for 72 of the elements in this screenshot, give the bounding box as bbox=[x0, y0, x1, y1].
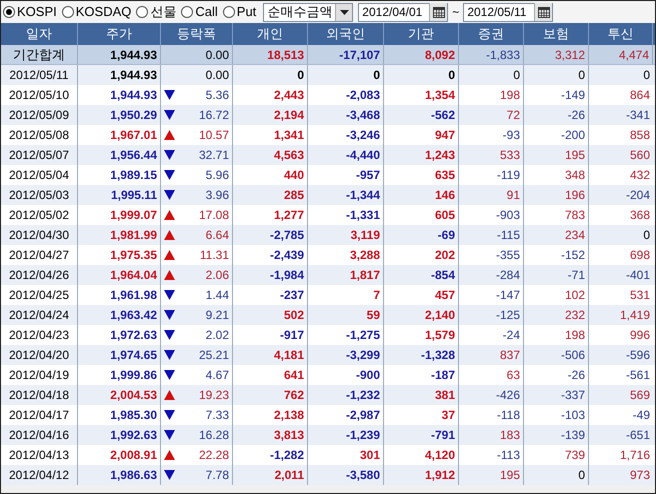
change-cell-text: 5.36 bbox=[206, 87, 229, 104]
calendar-button[interactable] bbox=[429, 3, 448, 21]
calendar-icon bbox=[538, 6, 550, 18]
price-cell: 1,986.63 bbox=[78, 465, 161, 485]
summary-cell: -1,833 bbox=[459, 45, 524, 64]
summary-label: 기간합계 bbox=[1, 45, 78, 64]
value-cell-text: 531 bbox=[628, 287, 651, 304]
value-cell: 195 bbox=[459, 465, 524, 485]
change-cell-text: 4.67 bbox=[206, 367, 229, 384]
change-cell-text: 16.28 bbox=[198, 427, 229, 444]
value-cell-text: 973 bbox=[628, 467, 651, 484]
calendar-button[interactable] bbox=[534, 3, 552, 21]
value-cell-text: -651 bbox=[624, 427, 651, 444]
value-cell-text: 368 bbox=[628, 207, 651, 224]
value-cell-text: 0 bbox=[642, 227, 651, 244]
value-cell-text: -204 bbox=[624, 187, 651, 204]
value-cell-text: 560 bbox=[628, 147, 651, 164]
value-cell-text: 864 bbox=[628, 87, 651, 104]
change-cell-text: 17.08 bbox=[198, 207, 229, 224]
summary-cell: 3,312 bbox=[524, 45, 589, 64]
value-cell: -3,580 bbox=[308, 465, 384, 485]
change-cell-text: 10.57 bbox=[198, 127, 229, 144]
value-cell-text: -341 bbox=[624, 107, 651, 124]
change-cell-text: 1.44 bbox=[206, 287, 229, 304]
measure-dropdown[interactable]: 순매수금액 bbox=[263, 2, 354, 22]
change-cell-text: 7.78 bbox=[206, 467, 229, 484]
market-radio[interactable]: KOSDAQ bbox=[62, 2, 136, 22]
market-radio[interactable]: KOSPI bbox=[3, 2, 61, 22]
change-cell-text: 11.31 bbox=[200, 247, 229, 264]
value-cell-text: 698 bbox=[628, 247, 651, 264]
summary-cell: 8,092 bbox=[384, 45, 459, 64]
value-cell-text: 1,419 bbox=[618, 307, 651, 324]
change-cell-text: 9.21 bbox=[206, 307, 229, 324]
value-cell-text: 858 bbox=[628, 127, 651, 144]
value-cell: 2,011 bbox=[233, 465, 308, 485]
change-cell-text: 7.33 bbox=[206, 407, 229, 424]
change-cell-text: 32.71 bbox=[198, 147, 229, 164]
summary-cell: 18,513 bbox=[233, 45, 308, 64]
change-cell-text: 2.06 bbox=[206, 267, 229, 284]
summary-cell: 0.00 bbox=[161, 45, 233, 64]
date-field[interactable]: 2012/04/01 bbox=[358, 2, 448, 22]
value-cell-text: 0 bbox=[642, 67, 651, 84]
value-cell-text: 569 bbox=[628, 387, 651, 404]
market-radio[interactable]: Put bbox=[222, 2, 260, 22]
dropdown-arrow-icon bbox=[340, 10, 349, 14]
change-cell-text: 0.00 bbox=[206, 67, 229, 84]
change-cell-text: 3.96 bbox=[206, 187, 229, 204]
date-field[interactable]: 2012/05/11 bbox=[463, 2, 554, 22]
change-cell-text: 2.02 bbox=[206, 327, 229, 344]
value-cell-text: 996 bbox=[628, 327, 651, 344]
summary-cell: -17,107 bbox=[308, 45, 384, 64]
value-cell: 1,912 bbox=[384, 465, 459, 485]
value-cell-text: -401 bbox=[624, 267, 651, 284]
summary-cell: 4,474 bbox=[589, 45, 653, 64]
market-radio[interactable]: 선물 bbox=[136, 2, 180, 22]
calendar-icon bbox=[432, 6, 445, 18]
date-cell: 2012/04/12 bbox=[1, 465, 78, 485]
value-cell-text: 432 bbox=[628, 167, 651, 184]
change-cell-text: 22.28 bbox=[198, 447, 229, 464]
market-radio[interactable]: Call bbox=[181, 2, 222, 22]
value-cell-text: -561 bbox=[624, 367, 651, 384]
change-cell-text: 5.96 bbox=[206, 167, 229, 184]
value-cell-text: 1,716 bbox=[618, 447, 651, 464]
change-cell-text: 19.23 bbox=[198, 387, 229, 404]
range-separator: ~ bbox=[451, 4, 460, 21]
change-cell-text: 16.72 bbox=[198, 107, 229, 124]
value-cell: 0 bbox=[524, 465, 589, 485]
change-cell-text: 6.64 bbox=[206, 227, 229, 244]
summary-cell: 1,944.93 bbox=[78, 45, 161, 64]
value-cell-text: -49 bbox=[632, 407, 651, 424]
value-cell-text: -596 bbox=[624, 347, 651, 364]
change-cell-text: 25.21 bbox=[198, 347, 229, 364]
